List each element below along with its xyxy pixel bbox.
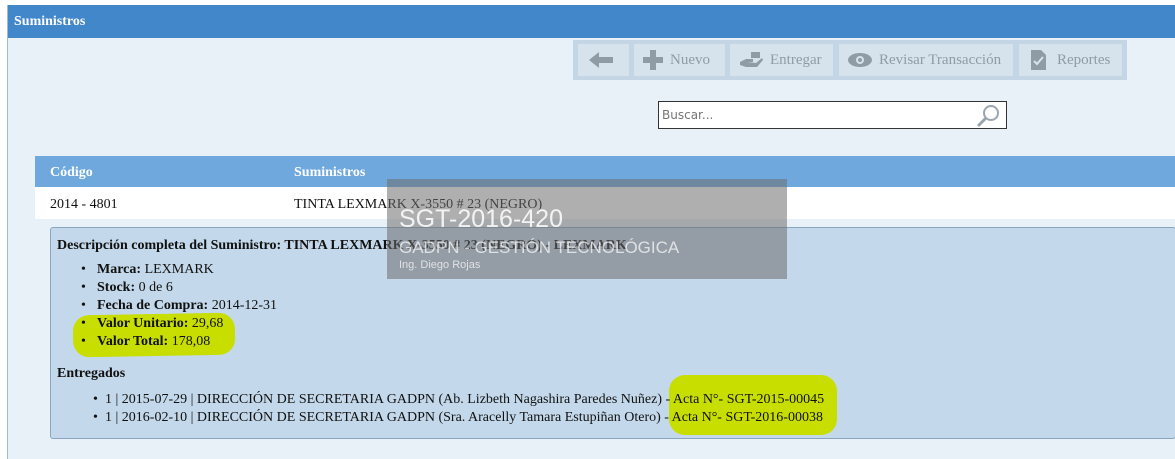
column-header-supplies: Suministros (294, 165, 366, 180)
back-button[interactable] (578, 44, 629, 76)
deliveries-title: Entregados (57, 366, 126, 381)
prop-purchase-date: Fecha de Compra: 2014-12-31 (77, 297, 277, 315)
arrow-left-icon (589, 52, 613, 68)
watermark-org: GADPN - GESTIÓN TECNOLÓGICA (399, 238, 680, 257)
page-title: Suministros (14, 14, 86, 29)
watermark-code: SGT-2016-420 (399, 205, 563, 233)
panel-header: Suministros (8, 5, 1175, 38)
search-box (658, 101, 1007, 129)
eye-icon (848, 53, 872, 67)
deliveries-list: 1 | 2015-07-29 | DIRECCIÓN DE SECRETARIA… (93, 391, 824, 427)
document-icon (1031, 50, 1046, 70)
deliver-button-label: Entregar (770, 51, 822, 68)
row-code: 2014 - 4801 (50, 197, 118, 212)
delivery-item: 1 | 2016-02-10 | DIRECCIÓN DE SECRETARIA… (93, 409, 824, 427)
search-input[interactable] (660, 103, 970, 127)
deliver-button[interactable]: Entregar (730, 44, 833, 76)
prop-unit-value: Valor Unitario: 29,68 (77, 315, 277, 333)
reports-button[interactable]: Reportes (1019, 44, 1122, 76)
search-icon[interactable] (974, 103, 1002, 129)
watermark-person: Ing. Diego Rojas (399, 259, 481, 271)
hand-deliver-icon (740, 52, 763, 67)
watermark-overlay: SGT-2016-420 GADPN - GESTIÓN TECNOLÓGICA… (387, 179, 787, 279)
full-description-label: Descripción completa del Suministro: (57, 238, 282, 253)
delivery-item: 1 | 2015-07-29 | DIRECCIÓN DE SECRETARIA… (93, 391, 824, 409)
supply-properties: Marca: LEXMARK Stock: 0 de 6 Fecha de Co… (77, 261, 277, 351)
reports-button-label: Reportes (1057, 51, 1111, 68)
new-button-label: Nuevo (670, 51, 710, 68)
prop-brand: Marca: LEXMARK (77, 261, 277, 279)
review-transaction-button[interactable]: Revisar Transacción (839, 44, 1013, 76)
plus-icon (643, 50, 663, 70)
prop-stock: Stock: 0 de 6 (77, 279, 277, 297)
review-transaction-label: Revisar Transacción (879, 51, 1002, 68)
toolbar: Nuevo Entregar Revisar Transacción Repor… (573, 40, 1127, 80)
page-left-margin (0, 0, 7, 459)
column-header-code: Código (50, 165, 93, 180)
prop-total-value: Valor Total: 178,08 (77, 333, 277, 351)
new-button[interactable]: Nuevo (634, 44, 725, 76)
